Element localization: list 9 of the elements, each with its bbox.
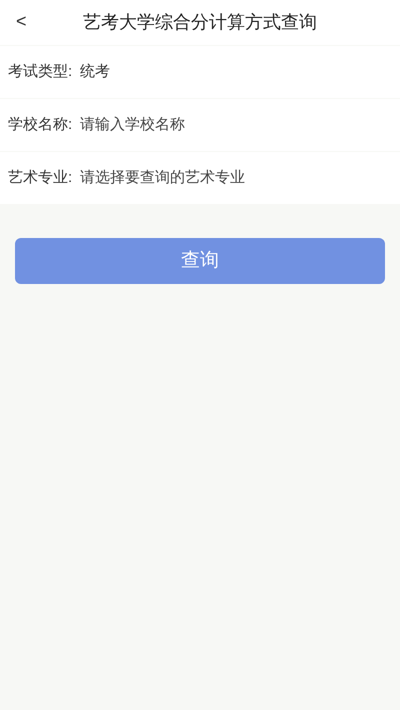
exam-type-value: 统考	[80, 62, 110, 82]
school-name-field[interactable]: 学校名称: 请输入学校名称	[0, 99, 400, 151]
page-title: 艺考大学综合分计算方式查询	[83, 11, 317, 34]
back-button[interactable]: <	[12, 8, 31, 35]
field-label: 考试类型:	[8, 62, 72, 82]
major-select[interactable]: 请选择要查询的艺术专业	[80, 166, 246, 190]
school-name-input[interactable]: 请输入学校名称	[80, 114, 392, 136]
field-label: 艺术专业:	[8, 168, 72, 188]
field-label: 学校名称:	[8, 114, 72, 135]
